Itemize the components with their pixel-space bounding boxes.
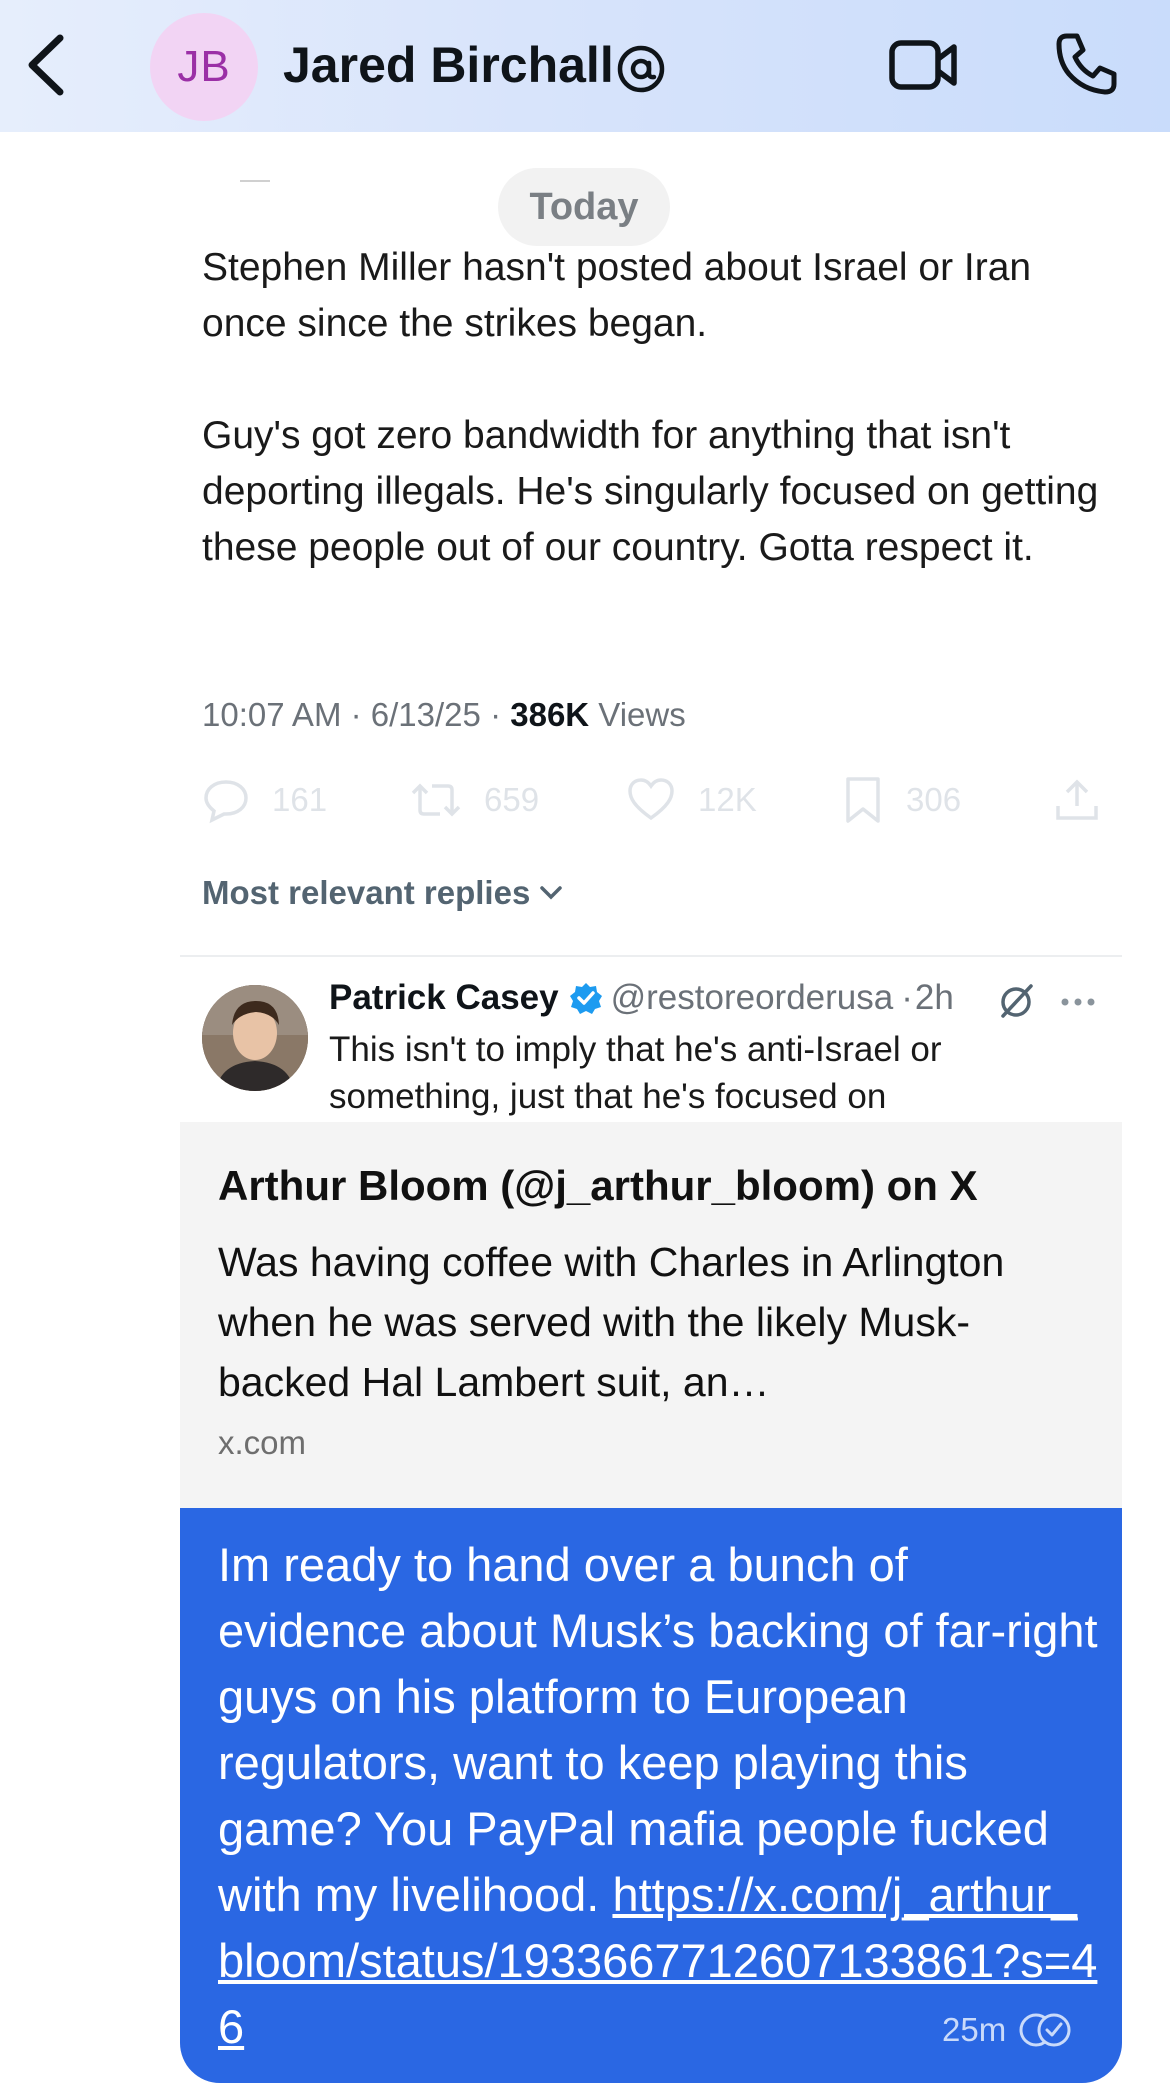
avatar[interactable]: JB bbox=[150, 13, 258, 121]
tweet-paragraph: Stephen Miller hasn't posted about Israe… bbox=[202, 246, 1032, 345]
voice-call-button[interactable] bbox=[1053, 30, 1119, 98]
chevron-left-icon bbox=[28, 34, 64, 96]
bookmark-icon bbox=[846, 777, 880, 823]
date-divider: Today bbox=[498, 168, 670, 246]
bookmark-count: 306 bbox=[906, 781, 962, 818]
link-preview-card[interactable]: Arthur Bloom (@j_arthur_bloom) on X Was … bbox=[180, 1122, 1122, 1508]
phone-icon bbox=[1056, 33, 1117, 95]
reply-text[interactable]: This isn't to imply that he's anti-Israe… bbox=[329, 1026, 1069, 1120]
separator: · bbox=[490, 696, 502, 733]
reply-handle[interactable]: @restoreorderusa bbox=[611, 978, 894, 1018]
separator: · bbox=[350, 696, 362, 733]
tweet-date: 6/13/25 bbox=[370, 696, 481, 733]
reply-count: 161 bbox=[272, 781, 328, 818]
repost-button[interactable]: 659 bbox=[410, 770, 539, 830]
grok-icon[interactable] bbox=[995, 980, 1037, 1022]
repost-icon bbox=[411, 783, 461, 817]
share-button[interactable] bbox=[1054, 770, 1122, 830]
comment-icon bbox=[204, 780, 248, 824]
tweet-time: 10:07 AM bbox=[202, 696, 342, 733]
back-button[interactable] bbox=[18, 30, 78, 100]
more-options-icon[interactable] bbox=[1058, 982, 1098, 1022]
reply-header: Patrick Casey @restoreorderusa · 2h bbox=[329, 978, 954, 1018]
message-text: Im ready to hand over a bunch of evidenc… bbox=[218, 1532, 1098, 2060]
bookmark-button[interactable]: 306 bbox=[842, 770, 961, 830]
read-receipt-icon bbox=[1019, 2013, 1071, 2047]
message-body: Im ready to hand over a bunch of evidenc… bbox=[218, 1538, 1098, 1921]
replies-sort-dropdown[interactable]: Most relevant replies bbox=[202, 874, 566, 912]
message-timestamp: 25m bbox=[942, 2010, 1078, 2050]
verified-badge-icon bbox=[569, 983, 602, 1014]
reply-button[interactable]: 161 bbox=[202, 770, 327, 830]
tweet-paragraph: Guy's got zero bandwidth for anything th… bbox=[202, 414, 1099, 569]
contact-name[interactable]: Jared Birchall bbox=[283, 36, 614, 94]
reply-author-name[interactable]: Patrick Casey bbox=[329, 978, 559, 1018]
chat-header: JB Jared Birchall bbox=[0, 0, 1170, 132]
like-button[interactable]: 12K bbox=[626, 770, 757, 830]
link-preview-title: Arthur Bloom (@j_arthur_bloom) on X bbox=[218, 1162, 978, 1209]
message-time: 25m bbox=[942, 2011, 1007, 2048]
video-camera-icon bbox=[889, 40, 957, 90]
link-preview-domain: x.com bbox=[218, 1424, 307, 1461]
tweet-meta: 10:07 AM · 6/13/25 · 386K Views bbox=[202, 696, 686, 734]
outgoing-message-bubble[interactable]: Im ready to hand over a bunch of evidenc… bbox=[180, 1508, 1122, 2083]
reply-avatar[interactable] bbox=[202, 985, 308, 1091]
tweet-actions: 161 659 12K 306 bbox=[202, 770, 1102, 830]
separator: · bbox=[901, 978, 913, 1017]
divider bbox=[180, 955, 1122, 957]
views-label: Views bbox=[598, 696, 686, 733]
tweet-text[interactable]: Stephen Miller hasn't posted about Israe… bbox=[202, 240, 1102, 576]
divider bbox=[240, 180, 270, 182]
chevron-down-icon bbox=[540, 886, 563, 900]
reply-age: 2h bbox=[914, 978, 954, 1017]
share-icon bbox=[1056, 779, 1098, 820]
video-call-button[interactable] bbox=[888, 35, 960, 95]
link-preview-description: Was having coffee with Charles in Arling… bbox=[218, 1239, 1005, 1405]
replies-sort-label: Most relevant replies bbox=[202, 874, 531, 911]
views-count: 386K bbox=[510, 696, 590, 733]
like-count: 12K bbox=[698, 781, 757, 818]
at-sign-icon bbox=[617, 45, 665, 93]
profile-photo bbox=[202, 985, 308, 1091]
heart-icon bbox=[628, 778, 674, 821]
repost-count: 659 bbox=[484, 781, 540, 818]
